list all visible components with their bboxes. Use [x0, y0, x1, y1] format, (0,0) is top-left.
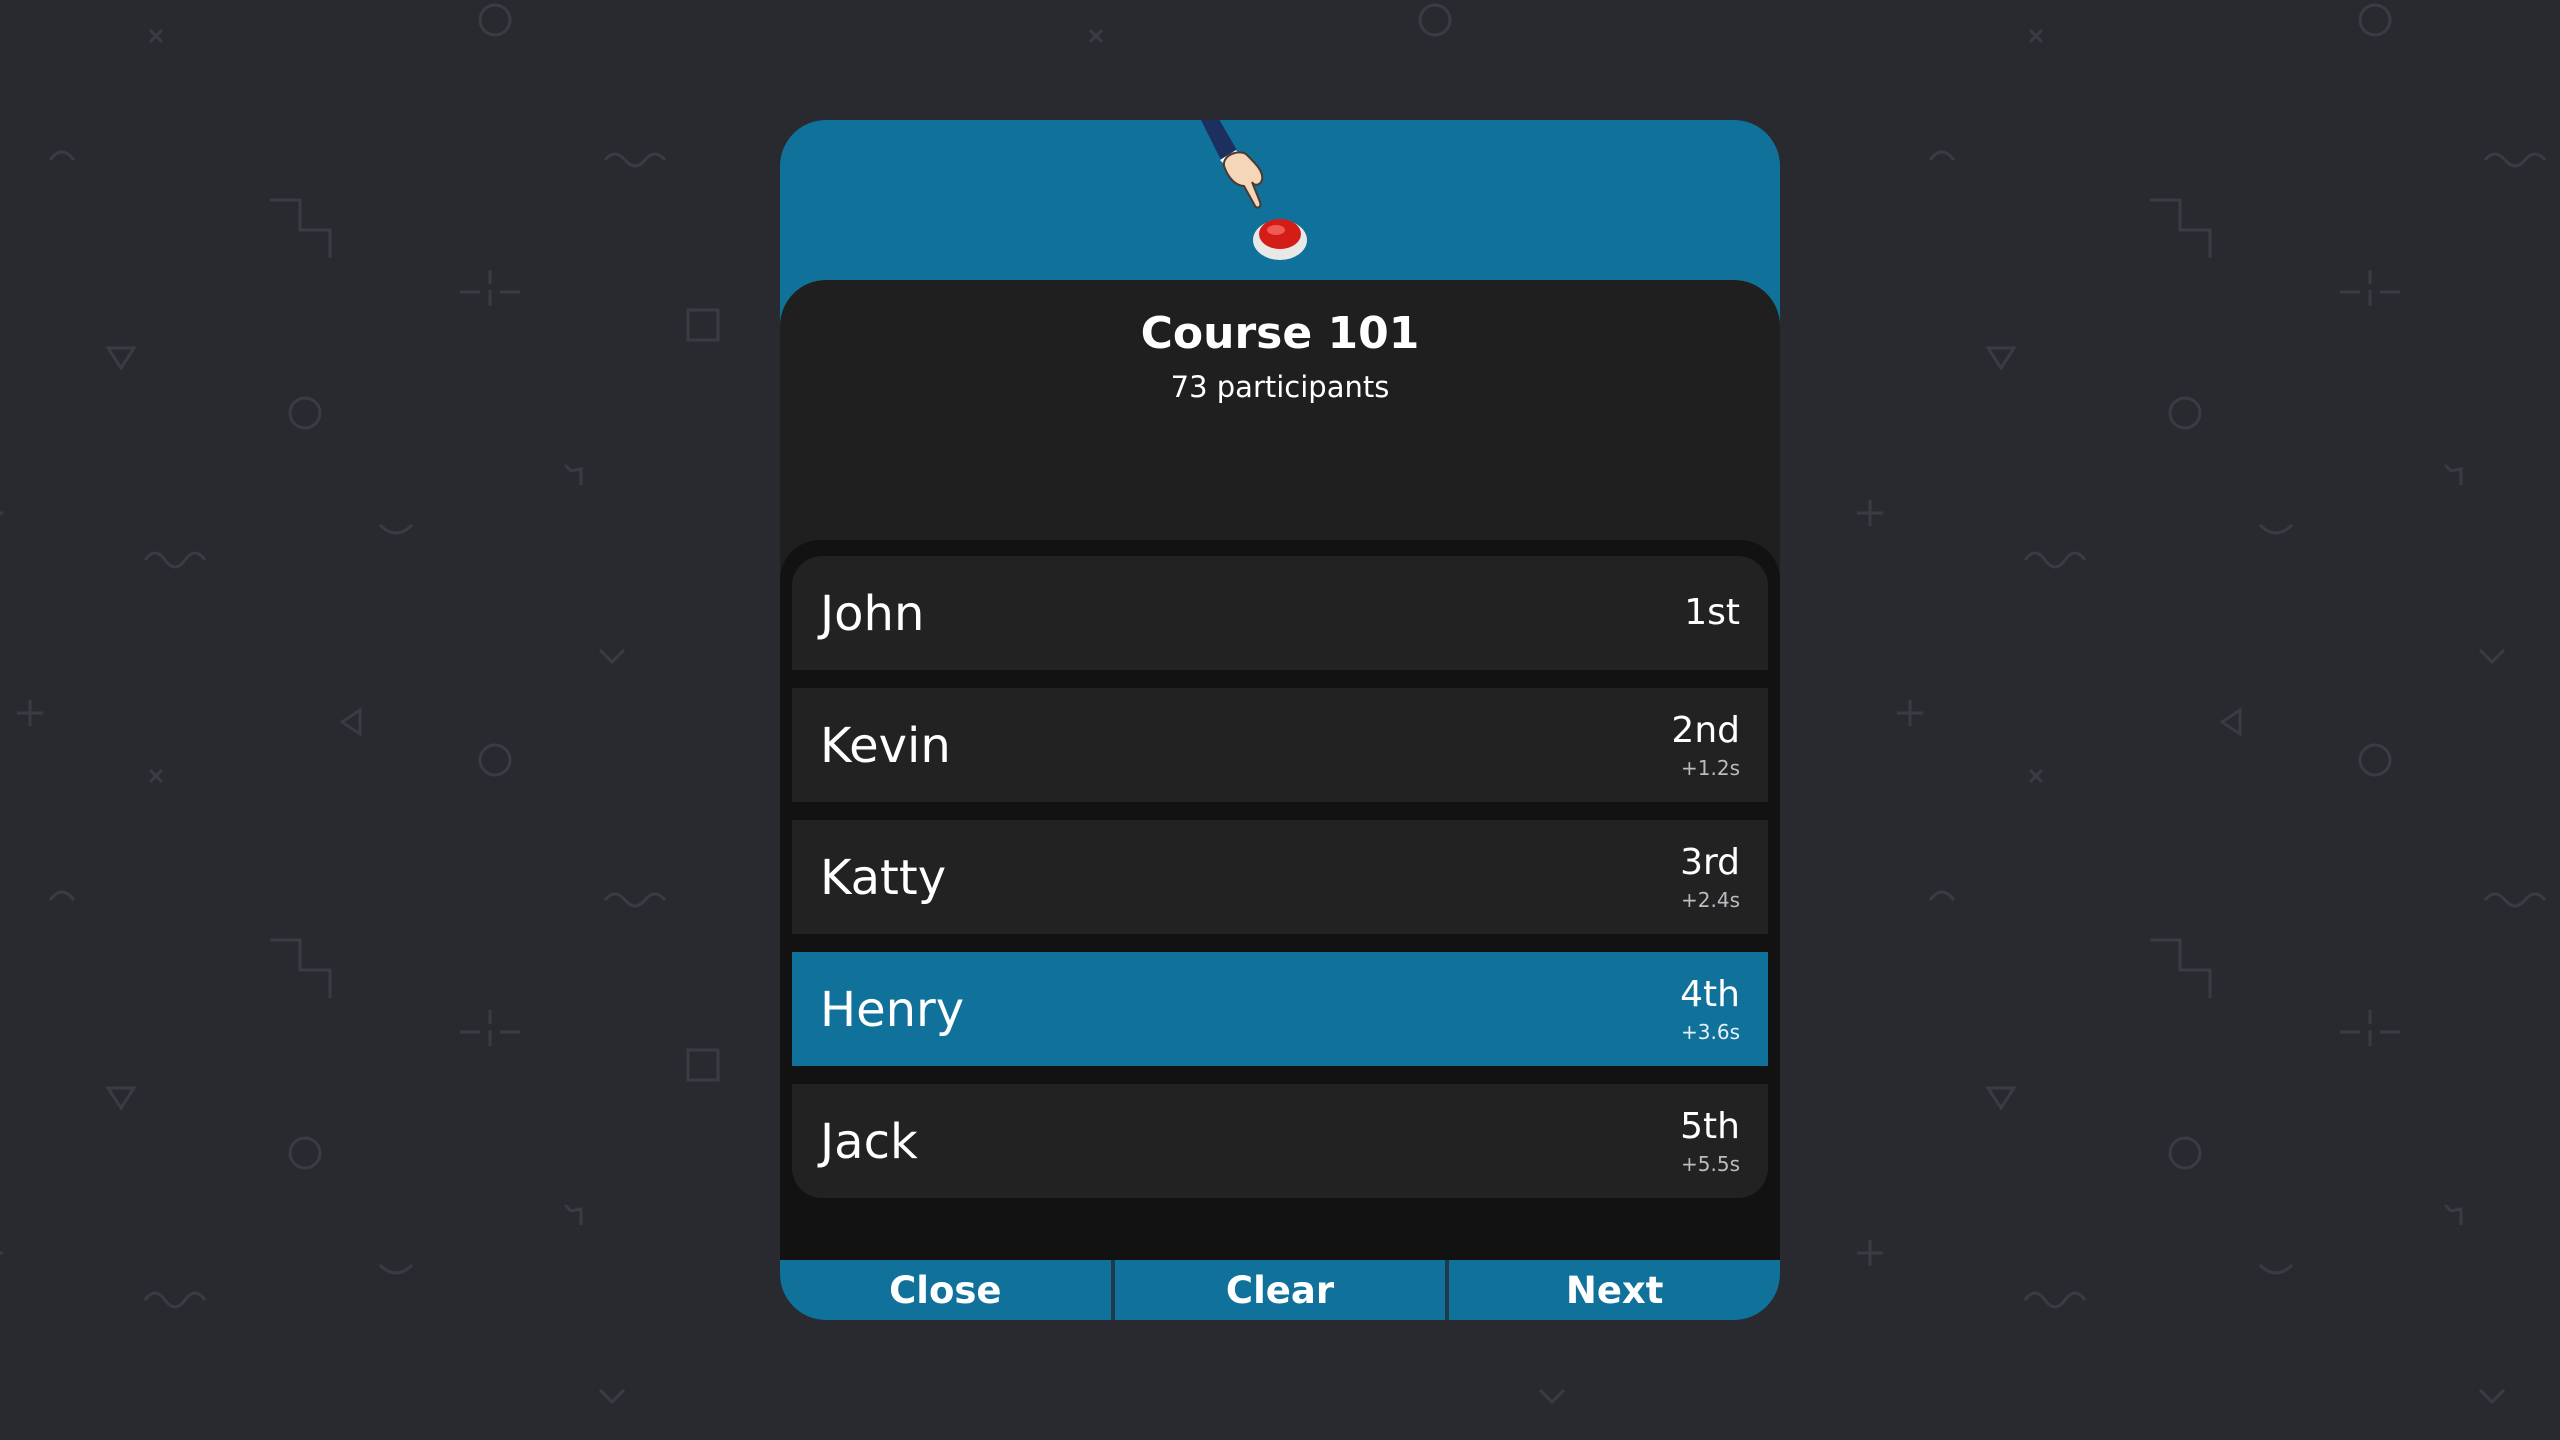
background-doodle: [270, 938, 332, 998]
background-doodle: [603, 892, 667, 908]
ranking-list: John 1st Kevin 2nd +1.2s Katty 3rd +2.4s…: [780, 540, 1780, 1320]
place-label: 1st: [1684, 592, 1740, 633]
place-label: 5th: [1680, 1106, 1740, 1147]
participant-count: 73 participants: [1170, 370, 1390, 404]
panel-header: [780, 120, 1780, 280]
background-doodle: [1857, 500, 1883, 526]
time-delta: +5.5s: [1681, 1152, 1740, 1176]
background-doodle: [17, 700, 43, 726]
background-doodle: [148, 768, 164, 784]
background-doodle: [288, 396, 322, 430]
background-doodle: [339, 707, 362, 737]
background-doodle: [478, 743, 512, 777]
participant-name: Katty: [820, 850, 947, 906]
background-doodle: [603, 152, 667, 168]
place-label: 3rd: [1680, 842, 1740, 883]
participant-name: Kevin: [820, 718, 951, 774]
time-delta: +3.6s: [1681, 1020, 1740, 1044]
background-doodle: [1985, 346, 2017, 371]
background-doodle: [598, 1388, 626, 1405]
ranking-row-5[interactable]: Jack 5th +5.5s: [792, 1084, 1768, 1198]
background-doodle: [1418, 3, 1452, 37]
background-doodle: [2443, 1203, 2463, 1225]
background-doodle: [1538, 1388, 1566, 1405]
background-doodle: [686, 1048, 720, 1082]
panel-body: Course 101 73 participants John 1st Kevi…: [780, 280, 1780, 1320]
background-doodle: [378, 523, 414, 535]
close-button[interactable]: Close: [780, 1260, 1111, 1320]
background-doodle: [2358, 3, 2392, 37]
buzzer-press-icon: [1201, 120, 1307, 260]
background-doodle: [1088, 28, 1104, 44]
background-doodle: [460, 1010, 520, 1046]
background-doodle: [48, 150, 76, 161]
course-title: Course 101: [1140, 308, 1420, 359]
background-doodle: [2150, 198, 2212, 258]
background-doodle: [2258, 1263, 2294, 1275]
background-doodle: [563, 463, 583, 485]
clear-button[interactable]: Clear: [1110, 1260, 1446, 1320]
background-doodle: [2483, 152, 2547, 168]
time-delta: +2.4s: [1681, 888, 1740, 912]
place-label: 4th: [1680, 974, 1740, 1015]
buzzer-results-panel: Course 101 73 participants John 1st Kevi…: [780, 120, 1780, 1320]
background-doodle: [2478, 648, 2506, 665]
ranking-row-4-selected[interactable]: Henry 4th +3.6s: [792, 952, 1768, 1066]
action-bar: Close Clear Next: [780, 1260, 1780, 1320]
background-doodle: [2443, 463, 2463, 485]
background-doodle: [2258, 523, 2294, 535]
background-doodle: [2358, 743, 2392, 777]
background-doodle: [1928, 150, 1956, 161]
background-doodle: [686, 308, 720, 342]
background-doodle: [2150, 938, 2212, 998]
background-doodle: [2168, 396, 2202, 430]
background-doodle: [2340, 1010, 2400, 1046]
background-doodle: [1985, 1086, 2017, 1111]
participant-name: Henry: [820, 982, 965, 1038]
background-doodle: [2340, 270, 2400, 306]
time-delta: +1.2s: [1681, 756, 1740, 780]
background-doodle: [2168, 1136, 2202, 1170]
background-doodle: [598, 648, 626, 665]
next-button[interactable]: Next: [1445, 1260, 1780, 1320]
background-doodle: [288, 1136, 322, 1170]
background-doodle: [1857, 1240, 1883, 1266]
background-doodle: [460, 270, 520, 306]
background-doodle: [563, 1203, 583, 1225]
background-doodle: [148, 28, 164, 44]
background-doodle: [143, 1291, 207, 1309]
background-doodle: [2478, 1388, 2506, 1405]
background-doodle: [478, 3, 512, 37]
background-doodle: [105, 1086, 137, 1111]
background-doodle: [0, 1251, 3, 1255]
participant-name: Jack: [820, 1114, 918, 1170]
background-doodle: [48, 890, 76, 901]
background-doodle: [2023, 551, 2087, 569]
background-doodle: [2023, 1291, 2087, 1309]
ranking-row-3[interactable]: Katty 3rd +2.4s: [792, 820, 1768, 934]
background-doodle: [2483, 892, 2547, 908]
background-doodle: [105, 346, 137, 371]
background-doodle: [0, 511, 3, 515]
background-doodle: [378, 1263, 414, 1275]
background-doodle: [1897, 700, 1923, 726]
place-label: 2nd: [1671, 710, 1740, 751]
ranking-row-1[interactable]: John 1st: [792, 556, 1768, 670]
ranking-row-2[interactable]: Kevin 2nd +1.2s: [792, 688, 1768, 802]
background-doodle: [2028, 28, 2044, 44]
app-screen: Course 101 73 participants John 1st Kevi…: [0, 0, 2560, 1440]
participant-name: John: [820, 586, 925, 642]
background-doodle: [1928, 890, 1956, 901]
background-doodle: [143, 551, 207, 569]
background-doodle: [2028, 768, 2044, 784]
background-doodle: [2219, 707, 2242, 737]
background-doodle: [270, 198, 332, 258]
